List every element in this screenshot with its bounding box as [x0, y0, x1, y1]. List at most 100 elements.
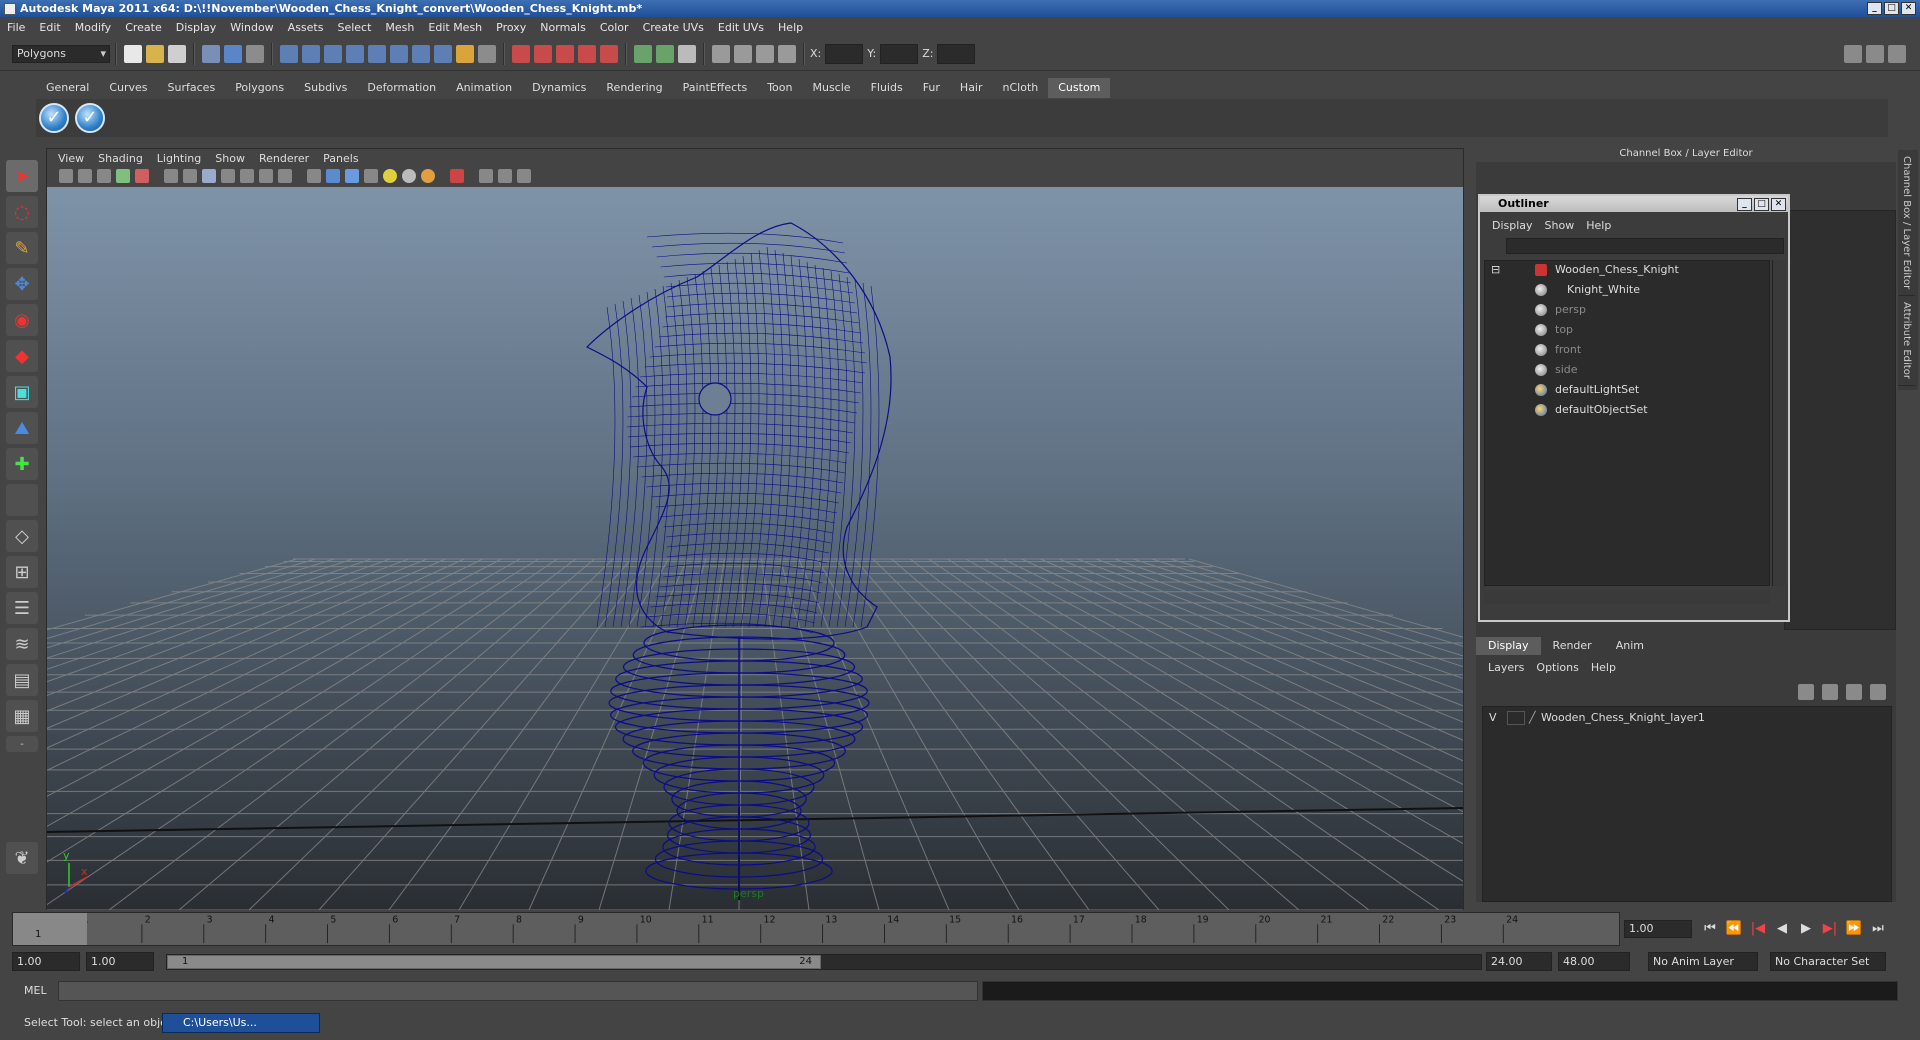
pick-handles-icon[interactable] [280, 44, 298, 63]
universal-manipulator-icon[interactable]: ▣ [6, 376, 38, 408]
outliner-item[interactable]: top [1535, 321, 1573, 339]
resolution-gate-icon[interactable] [202, 169, 216, 183]
rotate-tool-icon[interactable]: ◉ [6, 304, 38, 336]
select-hierarchy-icon[interactable] [202, 44, 220, 63]
range-slider[interactable]: 1 24 [166, 954, 1482, 970]
toggle-channel-box-icon[interactable] [1888, 44, 1906, 63]
persp-graph-layout-icon[interactable]: ≋ [6, 628, 38, 660]
layout-collapse-icon[interactable]: - [6, 736, 38, 752]
menu-help[interactable]: Help [771, 21, 810, 34]
menu-proxy[interactable]: Proxy [489, 21, 533, 34]
ipr-render-icon[interactable] [756, 44, 774, 63]
construction-history-icon[interactable] [678, 44, 696, 63]
outliner-close-button[interactable]: ✕ [1771, 197, 1786, 211]
outliner-menu-help[interactable]: Help [1580, 219, 1617, 232]
menu-color[interactable]: Color [593, 21, 636, 34]
side-tab-channel-box[interactable]: Channel Box / Layer Editor [1898, 150, 1915, 297]
outliner-item[interactable]: defaultLightSet [1535, 381, 1639, 399]
outliner-item[interactable]: Knight_White [1535, 281, 1640, 299]
custom-shelf-button-1[interactable]: ✓ [39, 103, 69, 133]
quick-layout-icon[interactable]: ❦ [6, 842, 38, 874]
layer-type-toggle[interactable] [1507, 711, 1525, 725]
highlight-selection-icon[interactable] [478, 44, 496, 63]
high-quality-icon[interactable] [421, 169, 435, 183]
lock-selection-icon[interactable] [456, 44, 474, 63]
move-layer-down-icon[interactable] [1822, 684, 1838, 700]
menu-window[interactable]: Window [223, 21, 280, 34]
layer-tab-display[interactable]: Display [1476, 637, 1541, 655]
shadows-icon[interactable] [402, 169, 416, 183]
shelf-tab-surfaces[interactable]: Surfaces [158, 78, 226, 98]
textured-icon[interactable] [364, 169, 378, 183]
outliner-horizontal-scrollbar[interactable] [1484, 590, 1770, 604]
pick-rendering-icon[interactable] [412, 44, 430, 63]
range-slider-handle[interactable]: 1 24 [167, 955, 821, 969]
grid-icon[interactable] [164, 169, 178, 183]
history-icon[interactable] [634, 44, 652, 63]
anim-layer-dropdown[interactable]: No Anim Layer [1648, 952, 1758, 971]
x-field[interactable] [825, 43, 864, 64]
render-settings-icon[interactable] [778, 44, 796, 63]
last-tool-icon[interactable] [6, 484, 38, 516]
side-tab-attribute-editor[interactable]: Attribute Editor [1898, 296, 1915, 387]
vp-menu-show[interactable]: Show [208, 152, 252, 165]
shelf-tab-dynamics[interactable]: Dynamics [522, 78, 596, 98]
soft-modification-icon[interactable]: ⛰ [6, 412, 38, 444]
z-field[interactable] [937, 43, 976, 64]
select-object-icon[interactable] [224, 44, 242, 63]
outliner-item[interactable]: defaultObjectSet [1535, 401, 1648, 419]
menu-file[interactable]: File [0, 21, 32, 34]
step-back-key-button[interactable]: ⏪ [1722, 919, 1746, 939]
render-current-icon[interactable] [734, 44, 752, 63]
custom-shelf-button-2[interactable]: ✓ [75, 103, 105, 133]
render-view-icon[interactable] [712, 44, 730, 63]
snap-point-icon[interactable] [556, 44, 574, 63]
shelf-tab-curves[interactable]: Curves [99, 78, 157, 98]
toggle-attribute-editor-icon[interactable] [1844, 44, 1862, 63]
outliner-item[interactable]: Wooden_Chess_Knight [1535, 261, 1679, 279]
outliner-item[interactable]: front [1535, 341, 1581, 359]
new-layer-from-selected-icon[interactable] [1870, 684, 1886, 700]
menu-edit-uvs[interactable]: Edit UVs [711, 21, 771, 34]
scale-tool-icon[interactable]: ◆ [6, 340, 38, 372]
perspective-viewport[interactable]: y x persp [47, 187, 1463, 910]
current-frame-marker[interactable] [13, 913, 87, 945]
outliner-maximize-button[interactable]: □ [1754, 197, 1769, 211]
menu-select[interactable]: Select [330, 21, 378, 34]
outliner-vertical-scrollbar[interactable] [1772, 260, 1786, 586]
shelf-tab-muscle[interactable]: Muscle [802, 78, 860, 98]
outliner-menu-display[interactable]: Display [1486, 219, 1539, 232]
shelf-tab-custom[interactable]: Custom [1048, 78, 1111, 98]
pick-surfaces-icon[interactable] [346, 44, 364, 63]
layer-color-swatch[interactable]: ╱ [1529, 709, 1541, 727]
menu-edit[interactable]: Edit [32, 21, 67, 34]
film-gate-icon[interactable] [183, 169, 197, 183]
menu-display[interactable]: Display [169, 21, 224, 34]
open-scene-icon[interactable] [146, 44, 164, 63]
layer-menu-options[interactable]: Options [1530, 661, 1584, 674]
vp-menu-renderer[interactable]: Renderer [252, 152, 316, 165]
menu-create[interactable]: Create [118, 21, 169, 34]
command-input[interactable] [58, 981, 978, 1001]
shelf-tab-rendering[interactable]: Rendering [596, 78, 672, 98]
vp-menu-panels[interactable]: Panels [316, 152, 365, 165]
shelf-tab-fluids[interactable]: Fluids [861, 78, 913, 98]
snap-view-plane-icon[interactable] [578, 44, 596, 63]
safe-title-icon[interactable] [278, 169, 292, 183]
show-manipulator-icon[interactable]: ✚ [6, 448, 38, 480]
play-forwards-button[interactable]: ▶ [1794, 919, 1818, 939]
paint-select-tool-icon[interactable]: ✎ [6, 232, 38, 264]
smooth-shade-icon[interactable] [326, 169, 340, 183]
select-tool-icon[interactable]: ➤ [6, 160, 38, 192]
outliner-expand-toggle[interactable]: ⊟ [1491, 261, 1500, 279]
outliner-title-bar[interactable]: Outliner _ □ ✕ [1480, 196, 1788, 212]
toggle-tool-settings-icon[interactable] [1866, 44, 1884, 63]
hypershade-layout-icon[interactable]: ▤ [6, 664, 38, 696]
wireframe-icon[interactable] [307, 169, 321, 183]
animation-end-field[interactable]: 48.00 [1558, 952, 1630, 971]
time-slider[interactable]: 123456789101112131415161718192021222324 … [12, 912, 1620, 946]
layer-menu-layers[interactable]: Layers [1482, 661, 1530, 674]
menu-normals[interactable]: Normals [533, 21, 593, 34]
vp-menu-shading[interactable]: Shading [91, 152, 150, 165]
character-set-dropdown[interactable]: No Character Set [1770, 952, 1886, 971]
